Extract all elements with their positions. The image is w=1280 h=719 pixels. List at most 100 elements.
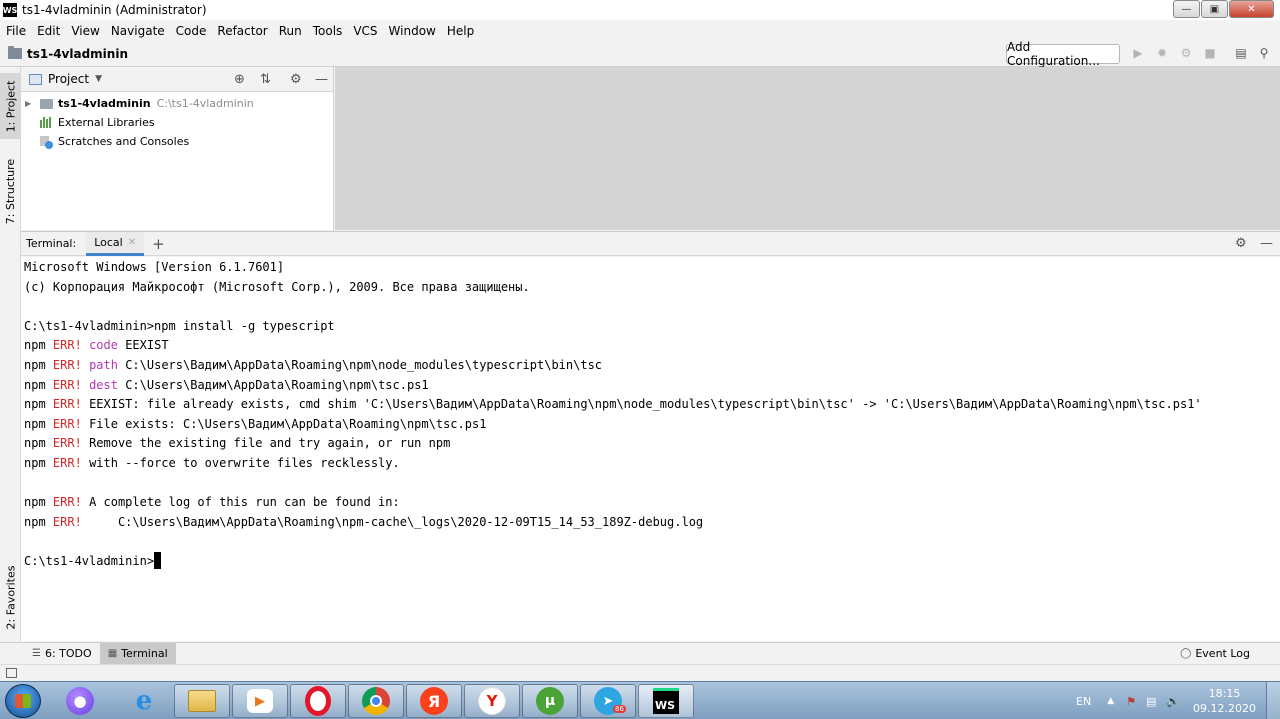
err-message: File exists: C:\Users\Вадим\AppData\Roam… (89, 416, 487, 431)
gear-icon[interactable]: ⚙ (290, 72, 302, 87)
terminal-text: (c) Корпорация Майкрософт (Microsoft Cor… (24, 279, 530, 294)
structure-tool-tab-label: 7: Structure (4, 158, 17, 224)
stop-icon[interactable]: ■ (1203, 46, 1217, 60)
terminal-line: npm ERR! C:\Users\Вадим\AppData\Roaming\… (24, 512, 1280, 532)
taskbar-clock[interactable]: 18:15 09.12.2020 (1193, 686, 1256, 716)
internet-explorer-icon[interactable]: e (124, 685, 164, 717)
npm-prefix: npm (24, 495, 46, 510)
menu-run[interactable]: Run (273, 24, 307, 38)
npm-prefix: npm (24, 397, 46, 412)
hide-icon[interactable]: — (1260, 236, 1273, 251)
run-icon[interactable]: ▶ (1131, 46, 1145, 60)
start-button[interactable] (5, 684, 41, 718)
err-value: C:\Users\Вадим\AppData\Roaming\npm\tsc.p… (125, 377, 429, 392)
tree-item-external-libraries[interactable]: External Libraries (21, 113, 333, 132)
tree-item-label: Scratches and Consoles (58, 135, 190, 148)
yandex-alice-icon[interactable]: ● (60, 685, 100, 717)
favorites-tool-tab[interactable]: 2: Favorites (0, 557, 21, 637)
menu-help[interactable]: Help (441, 24, 479, 38)
yandex-browser-icon[interactable]: Я (406, 684, 462, 718)
err-message: C:\Users\Вадим\AppData\Roaming\npm-cache… (89, 514, 704, 529)
err-tag: ERR! (52, 397, 82, 412)
terminal-output[interactable]: Microsoft Windows [Version 6.1.7601] (c)… (21, 257, 1280, 641)
network-icon[interactable]: ▤ (1146, 695, 1156, 708)
media-player-icon[interactable]: ▶ (232, 684, 288, 718)
terminal-label: Terminal (121, 647, 168, 660)
expand-arrow-icon[interactable]: ▶ (25, 99, 31, 108)
telegram-badge: 86 (613, 705, 626, 713)
menu-bar: File Edit View Navigate Code Refactor Ru… (0, 20, 1280, 41)
err-tag: ERR! (52, 436, 82, 451)
chevron-down-icon[interactable]: ▼ (95, 74, 102, 84)
utorrent-icon[interactable]: μ (522, 684, 578, 718)
minimize-button[interactable]: — (1173, 0, 1200, 18)
menu-refactor[interactable]: Refactor (211, 24, 272, 38)
title-bar: WS ts1-4vladminin (Administrator) — ▣ ✕ (0, 0, 1280, 20)
maximize-button[interactable]: ▣ (1201, 0, 1228, 18)
yandex-icon[interactable]: Y (464, 684, 520, 718)
collapse-all-icon[interactable]: ⇅ (260, 72, 271, 87)
npm-prefix: npm (24, 436, 46, 451)
tree-item-label: External Libraries (58, 116, 155, 129)
tool-windows-toggle-icon[interactable] (6, 668, 17, 678)
show-desktop-button[interactable] (1266, 682, 1280, 719)
project-panel: Project ▼ ⊕ ⇅ ⚙ — ▶ ts1-4vladminin C:\ts… (21, 67, 334, 230)
err-tag: ERR! (52, 416, 82, 431)
telegram-icon[interactable]: ➤ 86 (580, 684, 636, 718)
webstorm-taskbar-icon[interactable]: WS (638, 684, 694, 718)
close-button[interactable]: ✕ (1229, 0, 1274, 18)
language-indicator[interactable]: EN (1076, 695, 1091, 708)
menu-edit[interactable]: Edit (31, 24, 65, 38)
menu-file[interactable]: File (0, 24, 31, 38)
file-explorer-icon[interactable] (174, 684, 230, 718)
project-structure-icon[interactable]: ▤ (1234, 46, 1248, 60)
volume-icon[interactable]: 🔈 (1166, 695, 1180, 708)
menu-window[interactable]: Window (383, 24, 441, 38)
search-icon[interactable]: ⚲ (1257, 46, 1271, 60)
structure-tool-tab[interactable]: 7: Structure (0, 155, 21, 227)
action-center-icon[interactable]: ⚑ (1126, 695, 1136, 708)
project-panel-header: Project ▼ ⊕ ⇅ ⚙ — (21, 67, 333, 92)
project-tool-tab[interactable]: 1: Project (0, 73, 21, 139)
menu-navigate[interactable]: Navigate (105, 24, 170, 38)
hide-icon[interactable]: — (315, 72, 328, 87)
opera-icon[interactable] (290, 684, 346, 718)
new-terminal-tab-button[interactable]: + (152, 235, 165, 253)
terminal-line: npm ERR! A complete log of this run can … (24, 492, 1280, 512)
npm-prefix: npm (24, 377, 46, 392)
event-log-button[interactable]: ◯ Event Log (1180, 643, 1250, 664)
window-controls: — ▣ ✕ (1172, 0, 1274, 18)
coverage-icon[interactable]: ⚙ (1179, 46, 1193, 60)
err-tag: ERR! (52, 338, 82, 353)
terminal-tab-local[interactable]: Local ✕ (86, 231, 145, 256)
menu-view[interactable]: View (65, 24, 104, 38)
todo-tool-button[interactable]: ☰ 6: TODO (24, 643, 100, 664)
gear-icon[interactable]: ⚙ (1235, 236, 1247, 251)
left-tool-stripe: 1: Project 7: Structure 2: Favorites (0, 67, 21, 641)
close-tab-icon[interactable]: ✕ (128, 237, 136, 248)
favorites-tool-tab-label: 2: Favorites (4, 565, 18, 629)
show-hidden-icons-icon[interactable]: ▲ (1107, 696, 1114, 706)
add-configuration-button[interactable]: Add Configuration... (1006, 40, 1120, 68)
locate-icon[interactable]: ⊕ (234, 72, 245, 87)
folder-icon (40, 98, 53, 109)
tree-item-scratches[interactable]: Scratches and Consoles (21, 132, 333, 151)
menu-code[interactable]: Code (170, 24, 212, 38)
menu-tools[interactable]: Tools (307, 24, 348, 38)
editor-area[interactable] (335, 67, 1280, 230)
terminal-tool-button[interactable]: ▦ Terminal (99, 643, 176, 664)
windows-taskbar: ● e ▶ Я Y μ ➤ 86 WS EN ▲ ⚑ ▤ 🔈 18:15 09.1… (0, 681, 1280, 719)
err-value: C:\Users\Вадим\AppData\Roaming\npm\node_… (125, 357, 603, 372)
debug-icon[interactable]: ✹ (1155, 46, 1169, 60)
chrome-icon[interactable] (348, 684, 404, 718)
err-tag: ERR! (52, 357, 82, 372)
project-panel-title[interactable]: Project (48, 72, 89, 86)
event-log-icon: ◯ (1180, 648, 1192, 659)
event-log-label: Event Log (1195, 647, 1250, 660)
err-message: EEXIST: file already exists, cmd shim 'C… (89, 397, 1202, 412)
breadcrumb-project[interactable]: ts1-4vladminin (27, 47, 128, 61)
tree-item-project-root[interactable]: ▶ ts1-4vladminin C:\ts1-4vladminin (21, 94, 333, 113)
err-value: EEXIST (125, 338, 169, 353)
menu-vcs[interactable]: VCS (347, 24, 382, 38)
